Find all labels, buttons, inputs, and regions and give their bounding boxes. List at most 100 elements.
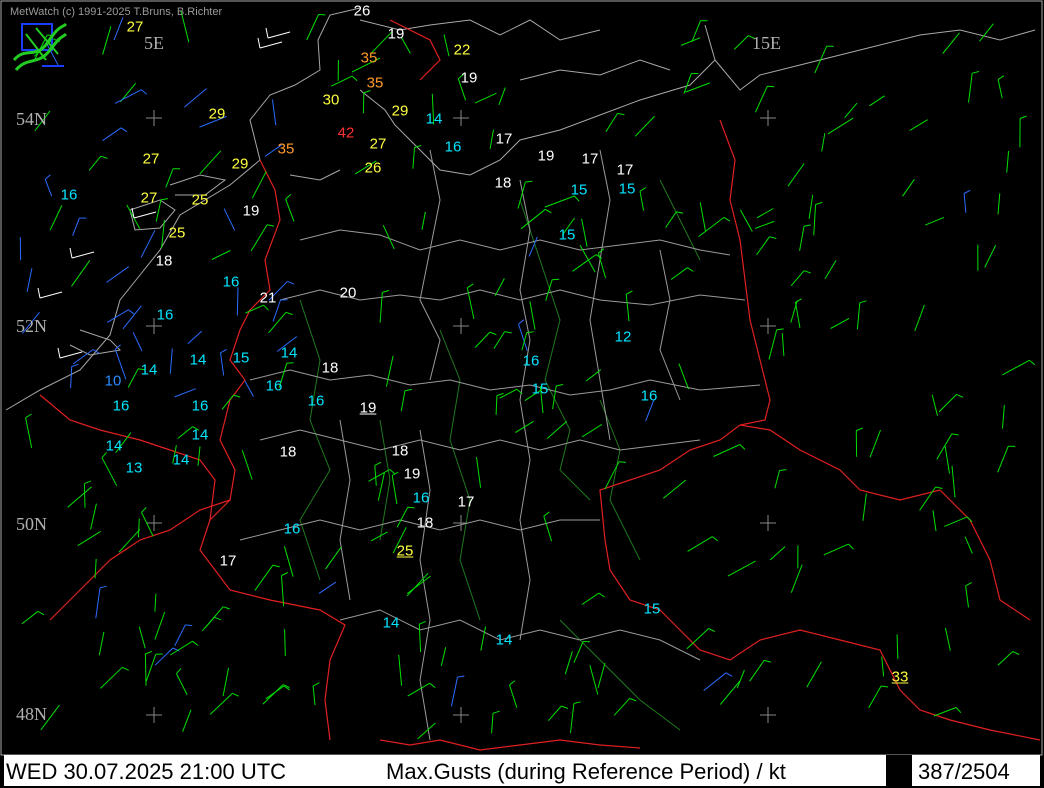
station-gust-value[interactable]: 14	[192, 428, 209, 443]
wind-barb	[133, 211, 157, 219]
wind-barb	[25, 417, 33, 448]
station-gust-value[interactable]: 30	[323, 93, 340, 108]
station-gust-value[interactable]: 17	[617, 163, 634, 178]
station-gust-value[interactable]: 16	[113, 399, 130, 414]
wind-barb-feather	[526, 331, 534, 334]
station-gust-value[interactable]: 19	[360, 401, 377, 416]
wind-barb	[417, 722, 436, 740]
station-gust-value[interactable]: 27	[370, 137, 387, 152]
wind-barb-feather	[518, 319, 525, 325]
station-gust-value[interactable]: 16	[523, 354, 540, 369]
station-gust-value[interactable]: 14	[173, 453, 190, 468]
station-gust-value[interactable]: 29	[209, 107, 226, 122]
station-gust-value[interactable]: 16	[192, 399, 209, 414]
station-gust-value[interactable]: 15	[644, 602, 661, 617]
station-gust-value[interactable]: 25	[192, 193, 209, 208]
station-gust-value[interactable]: 16	[223, 275, 240, 290]
wind-barb	[244, 380, 254, 397]
wind-barb	[515, 420, 534, 434]
wind-barb-feather	[223, 606, 230, 610]
station-gust-value[interactable]: 27	[143, 152, 160, 167]
wind-barb	[385, 355, 394, 387]
station-gust-value[interactable]: 35	[278, 142, 295, 157]
wind-barb	[823, 543, 849, 556]
station-gust-value[interactable]: 15	[619, 182, 636, 197]
station-gust-value[interactable]: 19	[461, 71, 478, 86]
wind-barb-feather	[99, 585, 107, 589]
station-gust-value[interactable]: 19	[538, 149, 555, 164]
weather-map[interactable]	[0, 0, 1044, 788]
station-gust-value[interactable]: 18	[392, 444, 409, 459]
wind-barb	[250, 224, 268, 252]
station-gust-value[interactable]: 16	[641, 389, 658, 404]
station-gust-value[interactable]: 18	[495, 176, 512, 191]
station-gust-value[interactable]: 16	[413, 491, 430, 506]
wind-barb-feather	[723, 216, 731, 222]
station-gust-value[interactable]: 27	[127, 20, 144, 35]
station-gust-value[interactable]: 17	[582, 152, 599, 167]
wind-barb	[400, 390, 406, 412]
wind-barb	[443, 34, 450, 57]
station-gust-value[interactable]: 25	[397, 544, 414, 559]
station-gust-value[interactable]: 20	[340, 286, 357, 301]
station-gust-value[interactable]: 19	[388, 27, 405, 42]
station-gust-value[interactable]: 15	[233, 351, 250, 366]
station-gust-value[interactable]: 21	[260, 291, 277, 306]
wind-barb	[491, 713, 494, 734]
station-gust-value[interactable]: 26	[354, 4, 371, 19]
station-gust-value[interactable]: 29	[232, 157, 249, 172]
wind-barb	[480, 626, 487, 651]
station-gust-value[interactable]: 16	[308, 394, 325, 409]
station-gust-value[interactable]: 42	[338, 126, 355, 141]
station-gust-value[interactable]: 18	[417, 516, 434, 531]
station-gust-value[interactable]: 14	[426, 112, 443, 127]
station-gust-value[interactable]: 19	[243, 204, 260, 219]
station-gust-value[interactable]: 27	[141, 191, 158, 206]
station-gust-value[interactable]: 18	[156, 254, 173, 269]
wind-barb	[685, 82, 711, 93]
station-gust-value[interactable]: 17	[496, 132, 513, 147]
station-gust-value[interactable]: 16	[445, 140, 462, 155]
wind-barb-feather	[37, 610, 45, 616]
station-gust-value[interactable]: 35	[367, 76, 384, 91]
wind-barb	[251, 171, 267, 199]
wind-barb-feather	[963, 189, 971, 194]
station-gust-value[interactable]: 25	[169, 226, 186, 241]
station-count: 387/2504	[918, 759, 1010, 784]
station-gust-value[interactable]: 15	[532, 382, 549, 397]
lat-label-50n: 50N	[16, 514, 47, 534]
station-gust-value[interactable]: 22	[454, 43, 471, 58]
station-gust-value[interactable]: 18	[322, 361, 339, 376]
station-gust-value[interactable]: 19	[404, 467, 421, 482]
station-gust-value[interactable]: 14	[383, 616, 400, 631]
station-gust-value[interactable]: 26	[365, 161, 382, 176]
station-gust-value[interactable]: 33	[892, 670, 909, 685]
wind-barb	[396, 506, 409, 528]
station-gust-value[interactable]: 14	[106, 439, 123, 454]
station-gust-value[interactable]: 10	[105, 374, 122, 389]
station-gust-value[interactable]: 16	[284, 522, 301, 537]
wind-barb-feather	[598, 592, 605, 598]
wind-barb	[182, 709, 192, 732]
station-gust-value[interactable]: 16	[266, 379, 283, 394]
station-gust-value[interactable]: 14	[141, 363, 158, 378]
station-gust-value[interactable]: 35	[361, 51, 378, 66]
station-gust-value[interactable]: 16	[157, 308, 174, 323]
wind-barb	[585, 369, 602, 382]
station-gust-value[interactable]: 14	[281, 346, 298, 361]
wind-barb	[154, 611, 166, 640]
wind-barb	[662, 479, 687, 499]
station-gust-value[interactable]: 15	[559, 228, 576, 243]
station-gust-value[interactable]: 14	[190, 353, 207, 368]
wind-barb-feather	[374, 461, 382, 466]
station-gust-value[interactable]: 17	[220, 554, 237, 569]
station-gust-value[interactable]: 13	[126, 461, 143, 476]
wind-barb	[564, 651, 573, 675]
station-gust-value[interactable]: 29	[392, 104, 409, 119]
station-gust-value[interactable]: 12	[615, 330, 632, 345]
station-gust-value[interactable]: 18	[280, 445, 297, 460]
station-gust-value[interactable]: 15	[571, 183, 588, 198]
station-gust-value[interactable]: 17	[458, 495, 475, 510]
station-gust-value[interactable]: 16	[61, 188, 78, 203]
station-gust-value[interactable]: 14	[496, 633, 513, 648]
